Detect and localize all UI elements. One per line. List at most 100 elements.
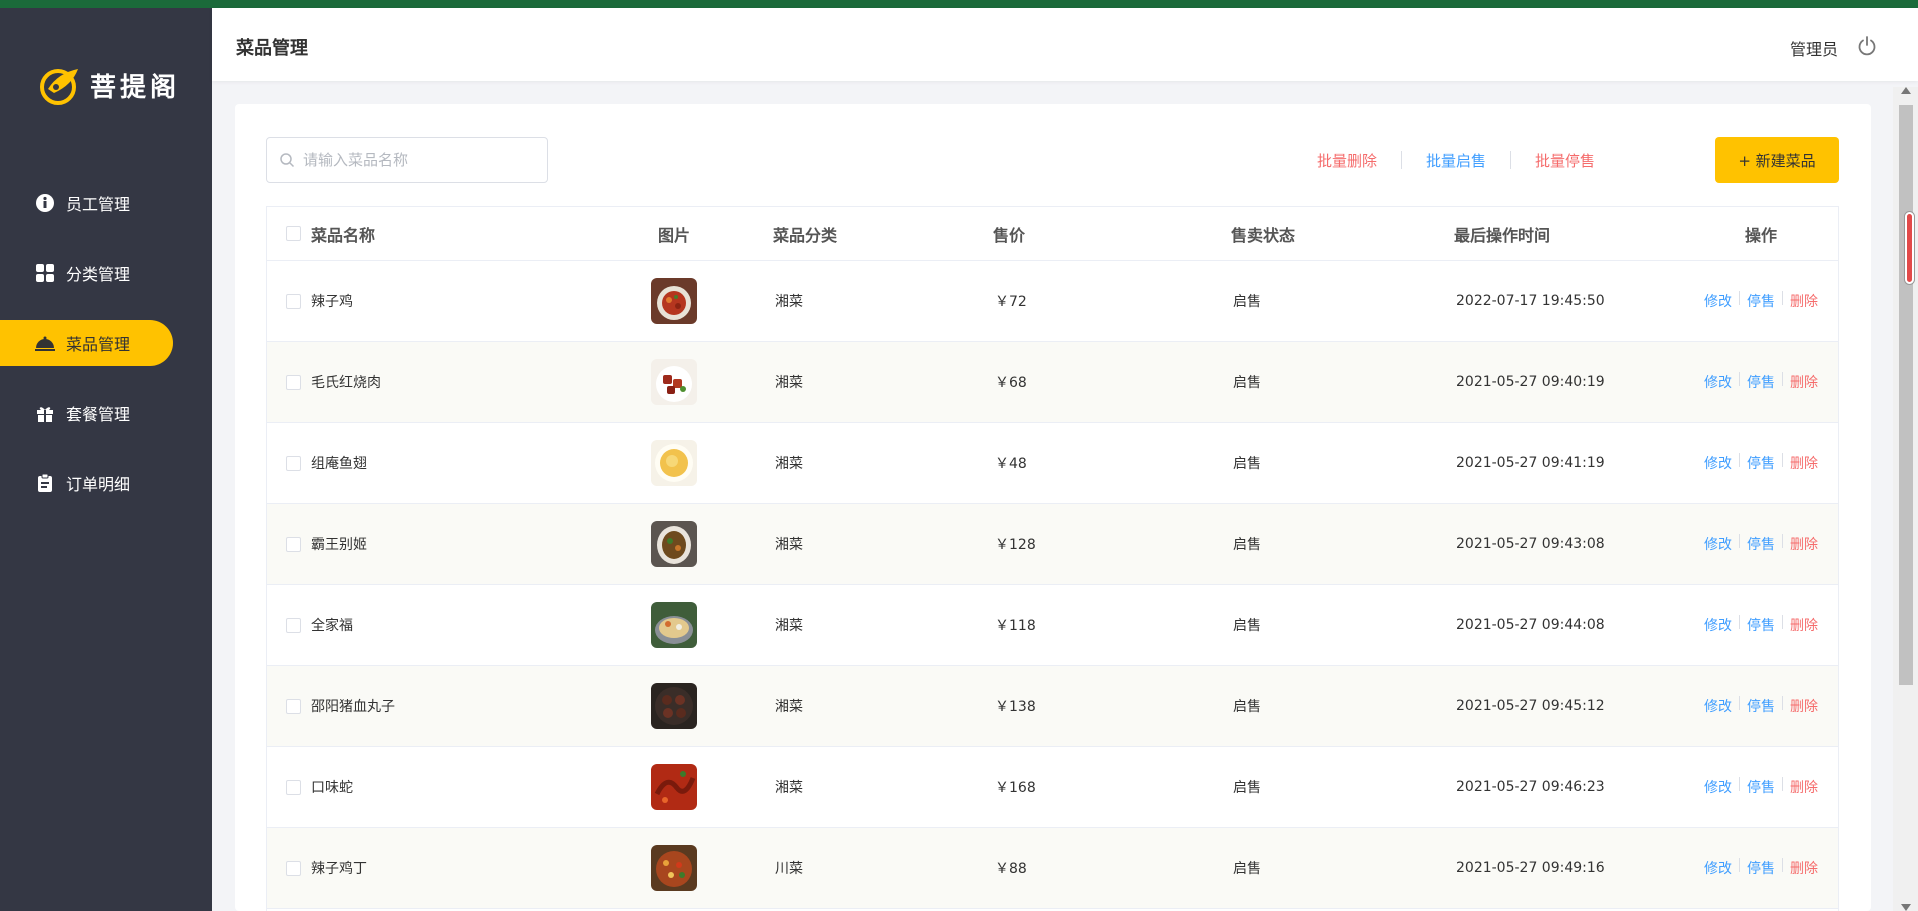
row-checkbox[interactable] [285, 374, 301, 390]
dish-image-cell [599, 521, 749, 567]
select-all-checkbox[interactable] [285, 226, 301, 241]
disable-button[interactable]: 停售 [1747, 777, 1775, 797]
disable-button[interactable]: 停售 [1747, 534, 1775, 554]
delete-button[interactable]: 删除 [1790, 534, 1818, 554]
dish-updated-time: 2021-05-27 09:41:19 [1456, 455, 1605, 471]
sidebar-item-label: 分类管理 [66, 265, 131, 284]
sidebar-item-dishes[interactable]: 菜品管理 [0, 320, 173, 366]
delete-button[interactable]: 删除 [1790, 453, 1818, 473]
row-checkbox[interactable] [285, 455, 301, 471]
dish-image [651, 845, 697, 891]
delete-button[interactable]: 删除 [1790, 777, 1818, 797]
edit-button[interactable]: 修改 [1704, 777, 1732, 797]
col-price-header: 售价 [993, 225, 1026, 245]
dish-price: ￥88 [995, 861, 1027, 877]
top-header: 菜品管理 管理员 [212, 8, 1918, 81]
delete-button[interactable]: 删除 [1790, 291, 1818, 311]
dish-price: ￥128 [995, 537, 1036, 553]
edit-button[interactable]: 修改 [1704, 291, 1732, 311]
page-scrollbar[interactable] [1893, 87, 1918, 911]
scrollbar-thumb[interactable] [1899, 105, 1913, 685]
divider [1739, 615, 1740, 629]
row-checkbox[interactable] [285, 617, 301, 633]
scroll-indicator [1905, 212, 1914, 284]
brand-name: 菩提阁 [90, 72, 181, 103]
row-actions: 修改 停售 删除 [1664, 372, 1838, 392]
dish-name: 口味蛇 [311, 780, 353, 796]
dish-price: ￥68 [995, 375, 1027, 391]
dish-name: 辣子鸡丁 [311, 861, 367, 877]
sidebar-item-label: 套餐管理 [66, 405, 131, 424]
divider [1739, 696, 1740, 710]
batch-disable-button[interactable]: 批量停售 [1511, 150, 1619, 171]
batch-enable-button[interactable]: 批量启售 [1402, 150, 1510, 171]
dish-updated-time: 2021-05-27 09:46:23 [1456, 779, 1605, 795]
dish-status: 启售 [1233, 780, 1261, 796]
divider [1782, 858, 1783, 872]
dish-image [651, 278, 697, 324]
edit-button[interactable]: 修改 [1704, 615, 1732, 635]
sidebar-item-orders[interactable]: 订单明细 [0, 460, 212, 506]
dish-image-cell [599, 845, 749, 891]
row-actions: 修改 停售 删除 [1664, 615, 1838, 635]
row-checkbox[interactable] [285, 860, 301, 876]
scroll-down-arrow-icon[interactable] [1901, 904, 1911, 911]
divider [1782, 372, 1783, 386]
row-checkbox[interactable] [285, 698, 301, 714]
delete-button[interactable]: 删除 [1790, 696, 1818, 716]
divider [1739, 534, 1740, 548]
row-select-cell [267, 617, 307, 633]
sidebar-item-combo[interactable]: 套餐管理 [0, 390, 212, 436]
dish-name: 组庵鱼翅 [311, 456, 367, 472]
disable-button[interactable]: 停售 [1747, 615, 1775, 635]
logo-icon [40, 69, 78, 105]
dish-image-cell [599, 683, 749, 729]
category-icon [34, 262, 56, 284]
row-checkbox[interactable] [285, 779, 301, 795]
dish-image [651, 440, 697, 486]
sidebar-item-category[interactable]: 分类管理 [0, 250, 212, 296]
col-time-header: 最后操作时间 [1454, 225, 1551, 245]
sidebar-item-staff[interactable]: 员工管理 [0, 180, 212, 226]
dish-status: 启售 [1233, 618, 1261, 634]
edit-button[interactable]: 修改 [1704, 696, 1732, 716]
edit-button[interactable]: 修改 [1704, 534, 1732, 554]
delete-button[interactable]: 删除 [1790, 615, 1818, 635]
row-actions: 修改 停售 删除 [1664, 777, 1838, 797]
dish-price: ￥118 [995, 618, 1036, 634]
disable-button[interactable]: 停售 [1747, 372, 1775, 392]
dish-image-cell [599, 278, 749, 324]
divider [1782, 615, 1783, 629]
edit-button[interactable]: 修改 [1704, 453, 1732, 473]
table-row: 毛氏红烧肉 湘菜 ￥68 启售 2021-05-27 09:40:19 修改 停售… [267, 342, 1838, 423]
user-name[interactable]: 管理员 [1790, 36, 1838, 60]
scroll-up-arrow-icon[interactable] [1901, 87, 1911, 94]
row-checkbox[interactable] [285, 536, 301, 552]
dish-list-card: 批量删除 批量启售 批量停售 + 新建菜品 菜品名称 图片 菜品分类 售价 售卖… [235, 104, 1871, 911]
search-input[interactable] [303, 151, 533, 169]
divider [1739, 777, 1740, 791]
batch-delete-button[interactable]: 批量删除 [1293, 150, 1401, 171]
edit-button[interactable]: 修改 [1704, 858, 1732, 878]
search-box[interactable] [266, 137, 548, 183]
clipboard-icon [34, 472, 56, 494]
delete-button[interactable]: 删除 [1790, 372, 1818, 392]
edit-button[interactable]: 修改 [1704, 372, 1732, 392]
dish-status: 启售 [1233, 861, 1261, 877]
dish-table: 菜品名称 图片 菜品分类 售价 售卖状态 最后操作时间 操作 辣子鸡 湘菜 ￥7… [266, 206, 1839, 911]
row-actions: 修改 停售 删除 [1664, 453, 1838, 473]
power-icon[interactable] [1856, 35, 1878, 57]
row-checkbox[interactable] [285, 293, 301, 309]
disable-button[interactable]: 停售 [1747, 453, 1775, 473]
table-row: 辣子鸡丁 川菜 ￥88 启售 2021-05-27 09:49:16 修改 停售删… [267, 828, 1838, 909]
dish-name: 全家福 [311, 618, 353, 634]
dish-name: 毛氏红烧肉 [311, 375, 381, 391]
delete-button[interactable]: 删除 [1790, 858, 1818, 878]
new-dish-button[interactable]: + 新建菜品 [1715, 137, 1839, 183]
staff-icon [34, 192, 56, 214]
disable-button[interactable]: 停售 [1747, 291, 1775, 311]
disable-button[interactable]: 停售 [1747, 858, 1775, 878]
row-select-cell [267, 293, 307, 309]
dish-icon [34, 332, 56, 354]
disable-button[interactable]: 停售 [1747, 696, 1775, 716]
